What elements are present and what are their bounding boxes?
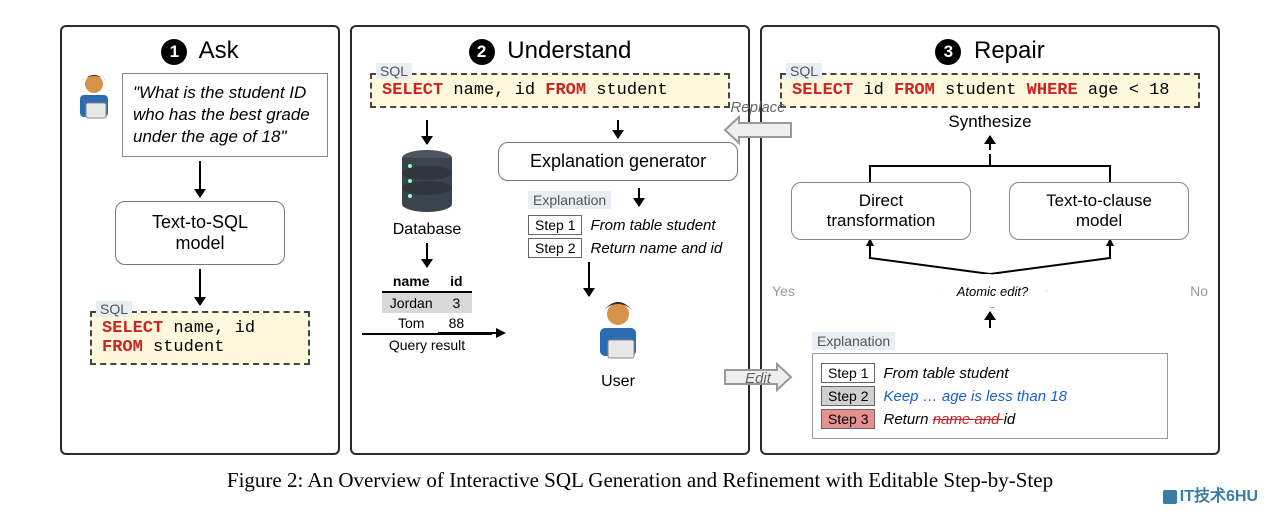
kw-select: SELECT — [102, 319, 163, 338]
repair-explanation: Step 1 From table student Step 2 Keep … … — [812, 353, 1168, 439]
merge-lines — [780, 154, 1200, 182]
ask-title-text: Ask — [199, 37, 239, 64]
arrow-atomic — [989, 312, 991, 328]
explanation-label: Explanation — [812, 332, 895, 350]
repair-title-text: Repair — [974, 37, 1045, 64]
step-1-circle: 1 — [161, 39, 187, 65]
panel-repair-title: 3 Repair — [772, 37, 1208, 65]
explanation-generator: Explanation generator — [498, 142, 738, 181]
database-icon — [362, 148, 492, 219]
arrow-result-user — [438, 318, 508, 348]
arrow-u-user — [588, 262, 590, 296]
user-label: User — [498, 373, 738, 391]
ask-sql-output: SQL SELECT name, id FROM student — [90, 311, 310, 365]
understand-sql: SQL SELECT name, id FROM student — [370, 73, 730, 108]
panel-understand-title: 2 Understand — [362, 37, 738, 65]
text-to-clause-model: Text-to-clause model — [1009, 182, 1189, 240]
kw-from: FROM — [102, 338, 143, 357]
panel-repair: 3 Repair SQL SELECT id FROM student WHER… — [760, 25, 1220, 455]
step-1: Step 1 From table student — [528, 215, 738, 235]
arrow-ask-1 — [199, 161, 201, 197]
arrow-u-db — [426, 120, 428, 144]
understand-title-text: Understand — [507, 37, 631, 64]
edit-arrow: Edit — [723, 362, 793, 387]
panel-understand: 2 Understand SQL SELECT name, id FROM st… — [350, 25, 750, 455]
panel-ask-title: 1 Ask — [72, 37, 328, 65]
step-2: Step 2 Return name and id — [528, 238, 738, 258]
repair-step-1: Step 1 From table student — [821, 363, 1159, 383]
nl-query: "What is the student ID who has the best… — [122, 73, 328, 157]
direct-transformation: Direct transformation — [791, 182, 971, 240]
database-label: Database — [362, 221, 492, 239]
explanation-label: Explanation — [528, 191, 611, 209]
replace-arrow: Replace — [723, 115, 793, 116]
no-label: No — [1190, 283, 1208, 299]
sql-label: SQL — [96, 301, 132, 317]
sql-label: SQL — [786, 63, 822, 79]
user-icon — [72, 73, 116, 128]
sql-label: SQL — [376, 63, 412, 79]
user-icon — [588, 300, 648, 371]
atomic-edit-decision: Atomic edit? — [937, 274, 1047, 308]
arrow-synth — [989, 136, 991, 150]
repair-sql: SQL SELECT id FROM student WHERE age < 1… — [780, 73, 1200, 108]
arrow-u-g1 — [617, 120, 619, 138]
figure-caption: Figure 2: An Overview of Interactive SQL… — [0, 468, 1280, 493]
arrow-ask-2 — [199, 269, 201, 305]
repair-step-2: Step 2 Keep … age is less than 18 — [821, 386, 1159, 406]
yes-label: Yes — [772, 283, 795, 299]
panel-ask: 1 Ask "What is the student ID who has th… — [60, 25, 340, 455]
step-2-circle: 2 — [469, 39, 495, 65]
arrow-u-db2 — [426, 243, 428, 267]
step-3-circle: 3 — [935, 39, 961, 65]
synthesize-label: Synthesize — [772, 112, 1208, 132]
repair-step-3: Step 3 Return name and id — [821, 409, 1159, 429]
split-lines — [780, 240, 1200, 274]
watermark: IT技术6HU — [1159, 480, 1262, 508]
text-to-sql-model: Text-to-SQL model — [115, 201, 285, 265]
